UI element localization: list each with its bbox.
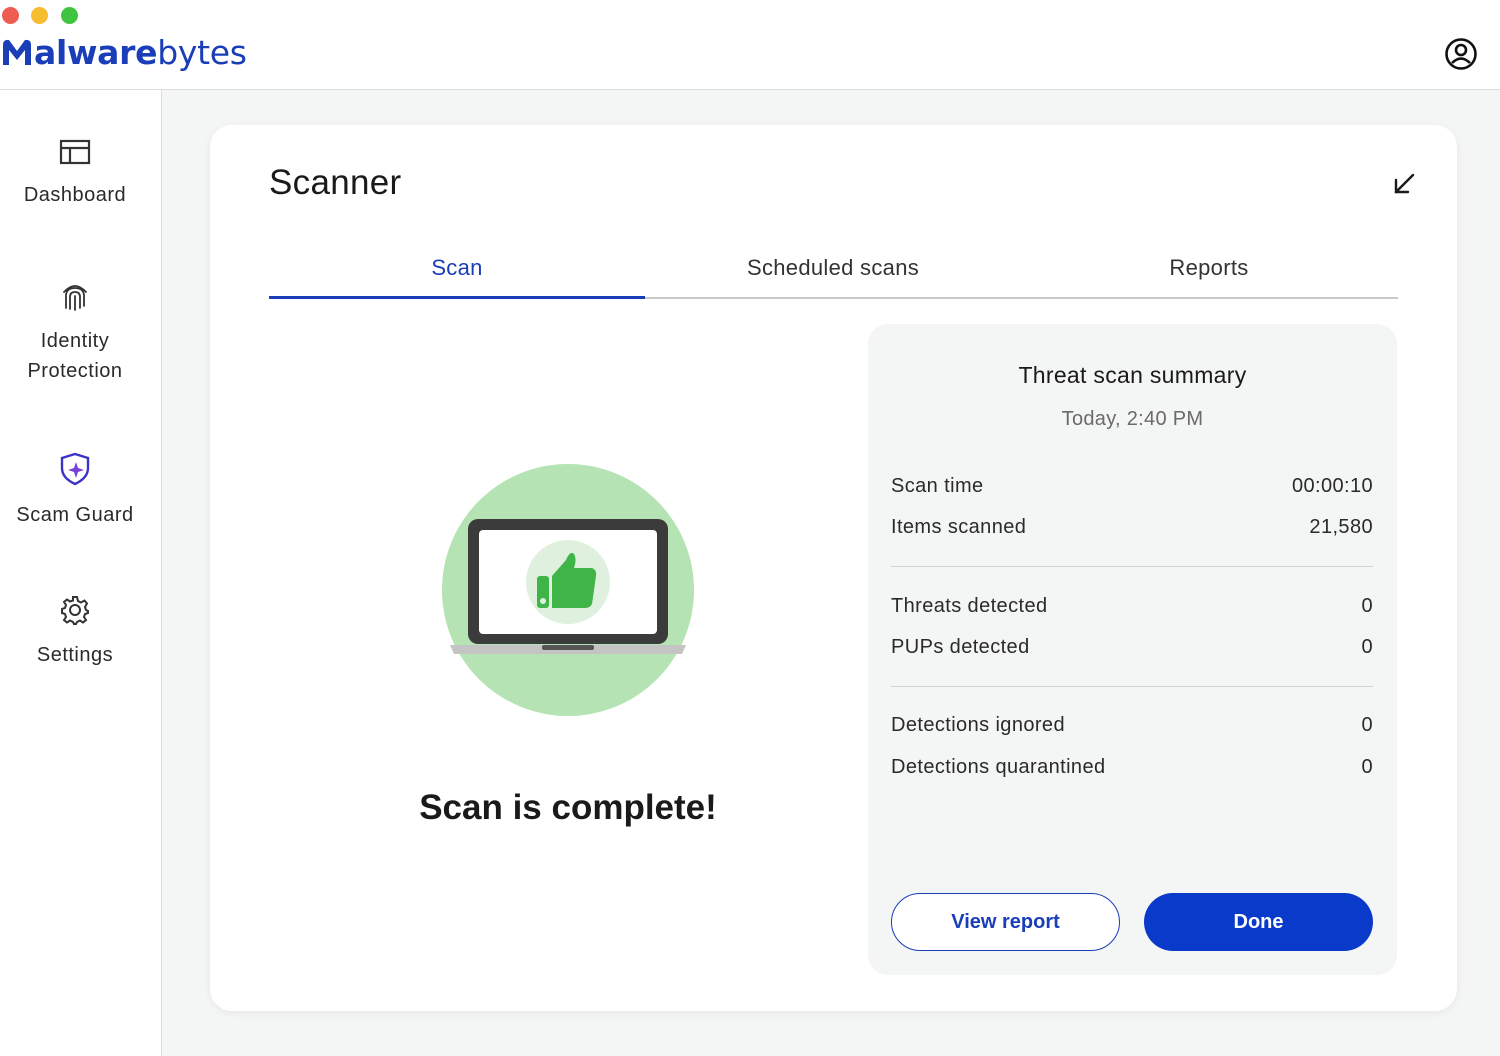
tab-reports[interactable]: Reports: [1021, 245, 1397, 297]
fingerprint-icon: [63, 285, 87, 311]
sidebar-item-settings[interactable]: Settings: [0, 594, 150, 670]
sidebar: Dashboard Identity Protection Scam Guard: [0, 90, 162, 1056]
summary-row-scan-time: Scan time 00:00:10: [891, 475, 1373, 497]
sidebar-item-identity-protection[interactable]: Identity Protection: [0, 280, 150, 386]
collapse-arrow-icon[interactable]: [1391, 171, 1417, 197]
malwarebytes-logo: alwarebytes: [0, 30, 247, 74]
window-close-button[interactable]: [2, 7, 19, 24]
scanner-tabs: Scan Scheduled scans Reports: [269, 245, 1398, 299]
shield-sparkle-icon: [60, 452, 90, 486]
summary-row-pups-detected: PUPs detected 0: [891, 636, 1373, 658]
view-report-button[interactable]: View report: [891, 893, 1120, 951]
summary-title: Threat scan summary: [1018, 362, 1247, 388]
page-title: Scanner: [269, 163, 402, 202]
scan-status-message: Scan is complete!: [419, 788, 717, 827]
window-maximize-button[interactable]: [61, 7, 78, 24]
scanner-card: Scanner Scan Scheduled scans Reports Sca…: [210, 125, 1457, 1011]
sidebar-item-dashboard[interactable]: Dashboard: [0, 138, 150, 210]
account-icon[interactable]: [1444, 37, 1478, 71]
malwarebytes-m-icon: [3, 39, 31, 65]
window-minimize-button[interactable]: [31, 7, 48, 24]
scan-complete-illustration: [442, 464, 694, 716]
title-bar: alwarebytes: [0, 0, 1500, 90]
tab-scheduled-scans[interactable]: Scheduled scans: [645, 245, 1021, 297]
threat-scan-summary: Threat scan summary Today, 2:40 PM Scan …: [868, 324, 1397, 975]
summary-row-detections-ignored: Detections ignored 0: [891, 714, 1373, 736]
tab-scan[interactable]: Scan: [269, 245, 645, 299]
gear-icon: [61, 596, 89, 625]
dashboard-icon: [59, 139, 91, 165]
sidebar-item-scam-guard[interactable]: Scam Guard: [0, 452, 150, 530]
summary-divider: [891, 686, 1373, 687]
logo-wordmark: alwarebytes: [34, 32, 247, 72]
summary-divider: [891, 566, 1373, 567]
summary-row-detections-quarantined: Detections quarantined 0: [891, 756, 1373, 778]
summary-date: Today, 2:40 PM: [1061, 408, 1204, 430]
summary-row-threats-detected: Threats detected 0: [891, 595, 1373, 617]
done-button[interactable]: Done: [1144, 893, 1373, 951]
summary-row-items-scanned: Items scanned 21,580: [891, 516, 1373, 538]
